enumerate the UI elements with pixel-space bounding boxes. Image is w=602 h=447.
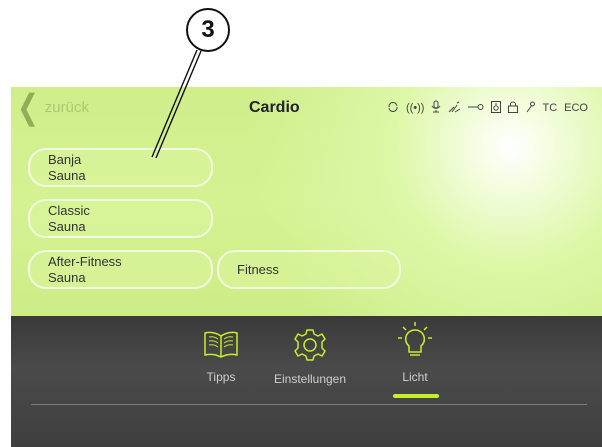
callout-number: 3 xyxy=(186,8,230,52)
callout-leader-line xyxy=(151,49,202,159)
